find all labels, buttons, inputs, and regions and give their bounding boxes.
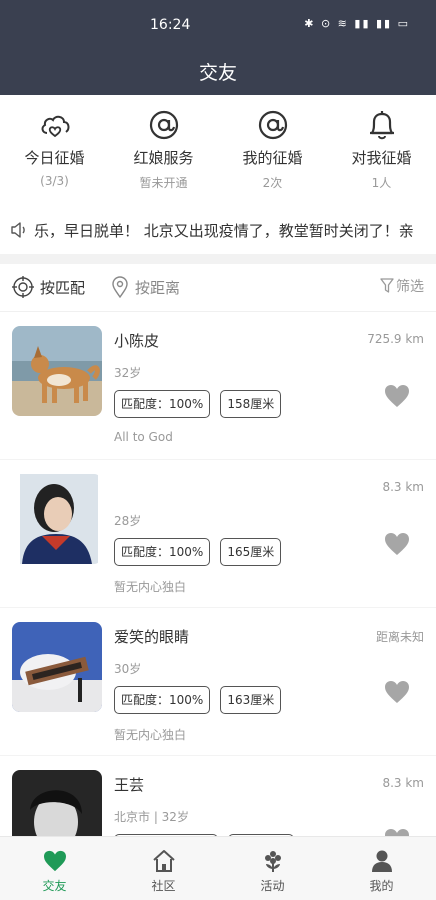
status-time: 16:24	[150, 17, 191, 33]
person-icon	[371, 849, 393, 873]
quick-label: 今日征婚	[24, 149, 85, 167]
quick-actions: 今日征婚 (3/3) 红娘服务 暂未开通 我的征婚 2次 对我征婚 1人	[0, 95, 436, 205]
sort-by-match-label: 按匹配	[40, 278, 86, 297]
profile-name: 王芸	[114, 776, 145, 794]
location-pin-icon	[112, 276, 128, 298]
profile-bio: All to God	[114, 430, 173, 444]
tab-community[interactable]: 社区	[109, 837, 218, 900]
sort-by-match-button[interactable]: 按匹配	[12, 276, 85, 298]
funnel-icon	[380, 278, 394, 293]
quick-label: 对我征婚	[351, 149, 412, 167]
profile-bio: 暂无内心独白	[114, 728, 187, 742]
bell-icon	[365, 108, 399, 142]
profile-name: 爱笑的眼睛	[114, 628, 190, 646]
profile-distance: 725.9 km	[367, 332, 424, 346]
profile-tags: 匹配度：100% 158厘米	[114, 390, 291, 418]
tab-label: 活动	[260, 879, 285, 893]
heart-icon	[43, 849, 67, 873]
avatar-photo[interactable]	[12, 622, 102, 712]
house-icon	[152, 849, 176, 873]
tab-label: 交友	[42, 879, 67, 893]
match-tag: 匹配度：100%	[114, 538, 211, 566]
tab-profile[interactable]: 我的	[327, 837, 436, 900]
profile-card[interactable]: 王芸 8.3 km 北京市 | 32岁	[0, 756, 436, 836]
profile-name: 小陈皮	[114, 332, 160, 350]
tab-friends[interactable]: 交友	[0, 837, 109, 900]
section-divider	[0, 254, 436, 264]
profile-tags: 匹配度：100% 163厘米	[114, 686, 291, 714]
notice-marquee[interactable]: 乐，早日脱单！ 北京又出现疫情了，教堂暂时关闭了！亲	[0, 210, 436, 252]
quick-sub: (3/3)	[40, 174, 69, 188]
at-icon	[147, 108, 181, 142]
height-tag: 165厘米	[220, 538, 282, 566]
match-tag: 匹配度：100%	[114, 686, 211, 714]
profile-age: 32岁	[114, 366, 142, 380]
quick-sub: 1人	[371, 176, 392, 190]
app-header: 16:24 ✱ ⊙ ≋ ▮▮ ▮▮ ▭ 交友	[0, 0, 436, 95]
filter-bar: 按匹配 按距离 筛选	[0, 264, 436, 312]
target-icon	[12, 276, 34, 298]
profile-age: 北京市 | 32岁	[114, 810, 189, 824]
speaker-icon	[10, 221, 28, 243]
page-title: 交友	[198, 62, 237, 84]
tab-label: 社区	[151, 879, 176, 893]
like-heart-icon[interactable]	[384, 384, 410, 412]
quick-sub: 2次	[262, 176, 283, 190]
profile-card[interactable]: 小陈皮 725.9 km 32岁 匹配度：100% 158厘米 All to G…	[0, 312, 436, 460]
avatar-photo[interactable]	[12, 474, 102, 564]
profile-bio: 暂无内心独白	[114, 580, 187, 594]
sort-by-distance-button[interactable]: 按距离	[111, 276, 180, 298]
profile-card[interactable]: 爱笑的眼睛 距离未知 30岁 匹配度：100% 163厘米 暂无内心独白	[0, 608, 436, 756]
match-tag: 匹配度：100%	[114, 390, 211, 418]
profile-card[interactable]: 8.3 km 28岁 匹配度：100% 165厘米 暂无内心独白	[0, 460, 436, 608]
profile-distance: 8.3 km	[382, 776, 424, 790]
heart-cloud-icon	[38, 108, 72, 142]
profile-age: 28岁	[114, 514, 142, 528]
like-heart-icon[interactable]	[384, 828, 410, 836]
quick-my-posts[interactable]: 我的征婚 2次	[218, 95, 327, 205]
like-heart-icon[interactable]	[384, 532, 410, 560]
filter-label: 筛选	[396, 279, 424, 295]
notice-text: 乐，早日脱单！ 北京又出现疫情了，教堂暂时关闭了！亲	[34, 222, 414, 240]
at-icon	[256, 108, 290, 142]
quick-matchmaker[interactable]: 红娘服务 暂未开通	[109, 95, 218, 205]
profile-distance: 8.3 km	[382, 480, 424, 494]
quick-to-me[interactable]: 对我征婚 1人	[327, 95, 436, 205]
height-tag: 158厘米	[220, 390, 282, 418]
like-heart-icon[interactable]	[384, 680, 410, 708]
profile-tags: 匹配度：100% 165厘米	[114, 538, 291, 566]
avatar-photo[interactable]	[12, 326, 102, 416]
height-tag: 163厘米	[220, 686, 282, 714]
sort-by-distance-label: 按距离	[135, 278, 181, 297]
quick-label: 我的征婚	[242, 149, 303, 167]
quick-today-match[interactable]: 今日征婚 (3/3)	[0, 95, 109, 205]
flower-icon	[261, 849, 285, 873]
avatar-photo[interactable]	[12, 770, 102, 836]
tab-label: 我的	[369, 879, 394, 893]
bottom-tab-bar: 交友 社区 活动 我的	[0, 836, 436, 900]
status-icons: ✱ ⊙ ≋ ▮▮ ▮▮ ▭	[304, 17, 410, 30]
profile-distance: 距离未知	[375, 630, 424, 644]
profile-age: 30岁	[114, 662, 142, 676]
quick-sub: 暂未开通	[139, 176, 188, 190]
tab-activities[interactable]: 活动	[218, 837, 327, 900]
profile-list: 小陈皮 725.9 km 32岁 匹配度：100% 158厘米 All to G…	[0, 312, 436, 836]
filter-button[interactable]: 筛选	[380, 276, 424, 296]
quick-label: 红娘服务	[133, 149, 194, 167]
